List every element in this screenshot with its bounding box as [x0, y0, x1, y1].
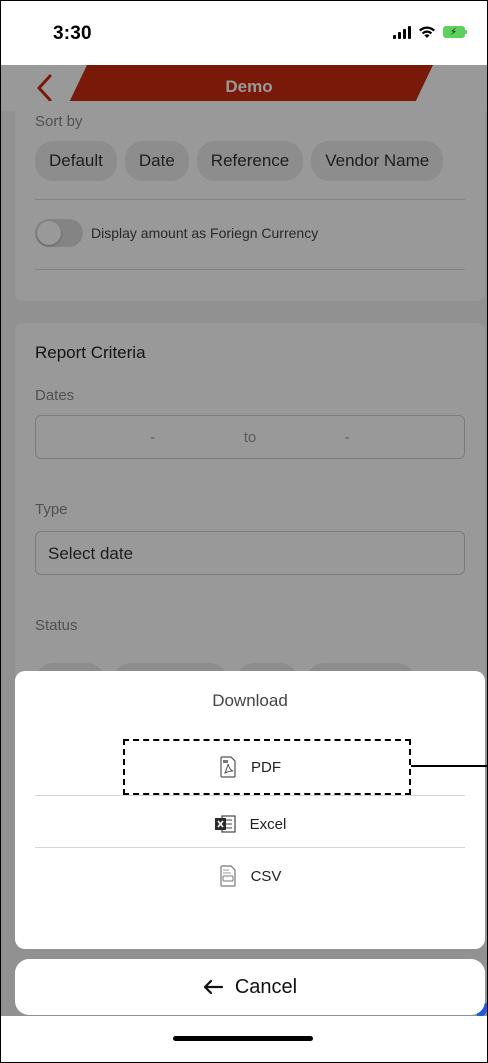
status-bar: 3:30 ⚡	[1, 1, 487, 65]
download-title: Download	[212, 691, 288, 710]
status-time: 3:30	[53, 23, 92, 44]
download-action-sheet: Download PDF Excel CSV	[15, 671, 487, 949]
csv-file-icon	[219, 865, 236, 887]
download-csv-option[interactable]: CSV	[35, 848, 465, 904]
highlight-box	[123, 739, 411, 795]
battery-charging-icon: ⚡	[443, 26, 467, 38]
screen: 3:30 ⚡ Demo Sort by Default Date Referen…	[0, 0, 488, 1063]
excel-file-icon	[214, 815, 236, 833]
csv-option-label: CSV	[250, 867, 282, 885]
wifi-icon	[419, 26, 435, 38]
cancel-button[interactable]: Cancel	[15, 959, 485, 1015]
signal-icon	[393, 25, 411, 39]
callout-line	[411, 765, 487, 767]
home-indicator[interactable]	[173, 1036, 313, 1041]
status-icons: ⚡	[393, 25, 467, 39]
excel-option-label: Excel	[249, 815, 287, 833]
cancel-label: Cancel	[234, 975, 298, 998]
arrow-left-icon	[203, 979, 223, 995]
download-excel-option[interactable]: Excel	[35, 796, 465, 852]
